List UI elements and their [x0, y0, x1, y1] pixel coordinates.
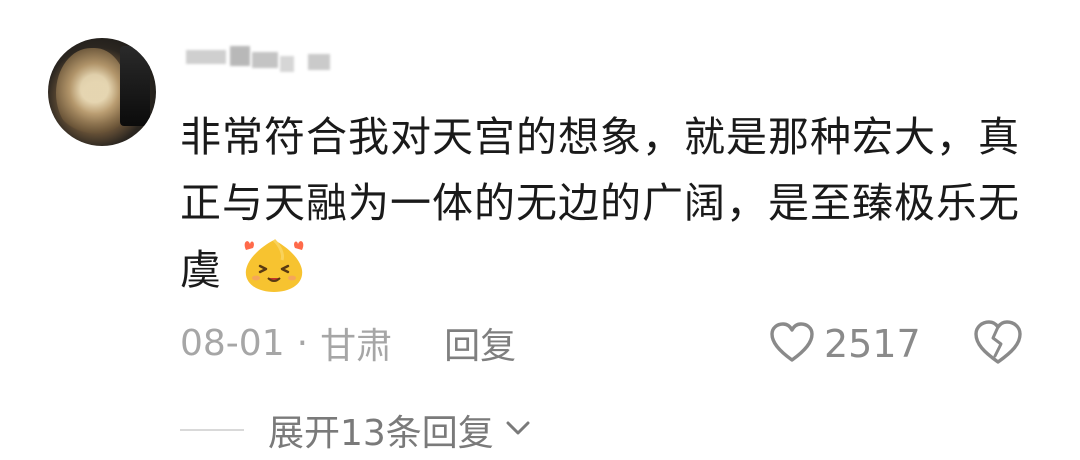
- reply-button[interactable]: 回复: [444, 317, 516, 369]
- comment-meta: 08-01 · 甘肃 回复: [180, 318, 516, 368]
- comment-item: 非常符合我对天宫的想象，就是那种宏大，真正与天融为一体的无边的广阔，是至臻极乐无…: [0, 0, 1080, 460]
- like-count: 2517: [824, 322, 921, 366]
- like-button[interactable]: 2517: [768, 316, 921, 372]
- dislike-button[interactable]: [972, 318, 1024, 370]
- comment-date: 08-01: [180, 322, 285, 364]
- expand-replies-button[interactable]: 展开13条回复: [180, 404, 532, 456]
- divider: [180, 429, 244, 431]
- username-blurred[interactable]: [186, 46, 336, 82]
- comment-location: 甘肃: [320, 326, 393, 367]
- meta-separator: ·: [296, 322, 309, 364]
- avatar-image-background: [120, 46, 150, 126]
- avatar-image: [56, 48, 126, 138]
- smiling-emoji-icon: [236, 236, 312, 296]
- broken-heart-icon: [972, 320, 1024, 370]
- expand-replies-label: 展开13条回复: [268, 413, 494, 454]
- chevron-down-icon: [504, 418, 532, 442]
- avatar[interactable]: [48, 38, 156, 146]
- heart-icon: [768, 320, 816, 368]
- comment-text: 非常符合我对天宫的想象，就是那种宏大，真正与天融为一体的无边的广阔，是至臻极乐无…: [180, 104, 1020, 303]
